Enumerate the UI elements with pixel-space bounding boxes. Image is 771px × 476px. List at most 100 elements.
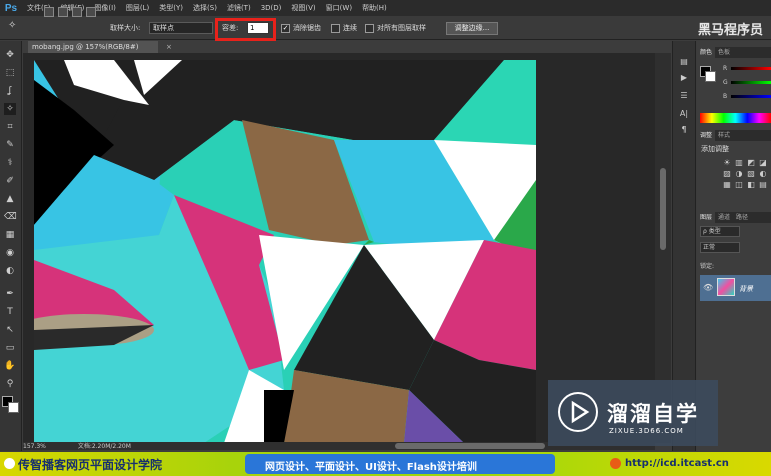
tolerance-highlight (215, 18, 276, 41)
antialias-label: 消除锯齿 (293, 24, 321, 32)
tab-adjustments[interactable]: 调整 (697, 130, 716, 141)
crop-tool-icon[interactable]: ⌗ (4, 121, 16, 133)
refine-edge-button[interactable]: 调整边缘... (446, 22, 498, 35)
canvas-artwork[interactable] (34, 60, 536, 443)
banner-school-name: 传智播客网页平面设计学院 (18, 458, 163, 472)
gradient-tool-icon[interactable]: ▦ (4, 229, 16, 241)
history-icon[interactable]: ▤ (677, 56, 691, 68)
panel-background-swatch[interactable] (705, 71, 716, 82)
watermark-title: 溜溜自学 (607, 402, 699, 426)
contiguous-checkbox[interactable] (331, 24, 340, 33)
healing-tool-icon[interactable]: ⚕ (4, 157, 16, 169)
tab-channels[interactable]: 通道 (715, 212, 733, 223)
marquee-tool-icon[interactable]: ⬚ (4, 67, 16, 79)
school-logo-icon (4, 458, 15, 469)
banner-url: http://icd.itcast.cn (625, 458, 729, 469)
eraser-tool-icon[interactable]: ⌫ (4, 211, 17, 223)
red-channel-label: R (723, 64, 728, 72)
levels-icon[interactable]: ▥ (734, 158, 744, 167)
brush-tool-icon[interactable]: ✐ (4, 175, 16, 187)
posterize-icon[interactable]: ▤ (758, 180, 768, 189)
sample-size-label: 取样大小: (110, 24, 141, 32)
eyedropper-tool-icon[interactable]: ✎ (4, 139, 16, 151)
pen-tool-icon[interactable]: ✒ (4, 288, 16, 300)
tab-swatches[interactable]: 色板 (715, 47, 733, 58)
brightness-icon[interactable]: ☀ (722, 158, 732, 167)
curves-icon[interactable]: ◩ (746, 158, 756, 167)
menu-window[interactable]: 窗口(W) (321, 0, 357, 16)
layer-name[interactable]: 背景 (739, 284, 753, 294)
exposure-icon[interactable]: ◪ (758, 158, 768, 167)
document-size: 文档:2.20M/2.20M (77, 443, 131, 450)
adjustment-icons: ☀ ▥ ◩ ◪ ▨ ◑ ▧ ◐ ▦ ◫ ◧ ▤ (722, 158, 770, 189)
red-slider[interactable] (731, 66, 771, 70)
color-balance-icon[interactable]: ▧ (746, 169, 756, 178)
blend-mode-select[interactable]: 正常 (700, 242, 740, 253)
tab-layers[interactable]: 图层 (697, 212, 716, 223)
actions-icon[interactable]: ▶ (677, 72, 691, 84)
menu-bar: Ps 文件(F) 编辑(E) 图像(I) 图层(L) 类型(Y) 选择(S) 滤… (0, 0, 771, 16)
banner-courses: 网页设计、平面设计、UI设计、Flash设计培训 (265, 462, 477, 473)
watermark-top-text: 黑马程序员 (698, 23, 764, 38)
green-channel-label: G (723, 78, 728, 86)
eye-icon[interactable]: 👁 (703, 283, 713, 292)
shape-tool-icon[interactable]: ▭ (4, 342, 16, 354)
adjustments-title: 添加调整 (701, 145, 729, 153)
hand-tool-icon[interactable]: ✋ (4, 360, 16, 372)
menu-3d[interactable]: 3D(D) (256, 0, 287, 16)
new-selection-icon[interactable] (44, 7, 54, 17)
sample-size-select[interactable]: 取样点 (149, 22, 213, 34)
tab-color[interactable]: 颜色 (697, 47, 716, 58)
menu-layer[interactable]: 图层(L) (121, 0, 154, 16)
blue-channel-label: B (723, 92, 728, 100)
path-selection-tool-icon[interactable]: ↖ (4, 324, 16, 336)
menu-view[interactable]: 视图(V) (286, 0, 320, 16)
magic-wand-preset-icon[interactable]: ✧ (8, 20, 16, 31)
menu-type[interactable]: 类型(Y) (154, 0, 188, 16)
paragraph-icon[interactable]: ¶ (677, 124, 691, 136)
zoom-level[interactable]: 157.3% (23, 443, 46, 450)
zoom-tool-icon[interactable]: ⚲ (4, 378, 16, 390)
link-icon (610, 458, 621, 469)
all-layers-checkbox[interactable] (365, 24, 374, 33)
blur-tool-icon[interactable]: ◉ (4, 247, 16, 259)
document-tab[interactable]: mobang.jpg @ 157%(RGB/8#) (28, 41, 158, 53)
dodge-tool-icon[interactable]: ◐ (4, 265, 16, 277)
type-tool-icon[interactable]: T (4, 306, 16, 318)
green-slider[interactable] (731, 80, 771, 84)
invert-icon[interactable]: ◧ (746, 180, 756, 189)
tab-styles[interactable]: 样式 (715, 130, 733, 141)
menu-help[interactable]: 帮助(H) (357, 0, 392, 16)
close-icon[interactable]: × (166, 41, 172, 53)
vertical-scroll-thumb[interactable] (660, 168, 666, 250)
blue-slider[interactable] (731, 94, 771, 98)
subtract-selection-icon[interactable] (72, 7, 82, 17)
contiguous-label: 连续 (343, 24, 357, 32)
menu-select[interactable]: 选择(S) (188, 0, 222, 16)
black-white-icon[interactable]: ◐ (758, 169, 768, 178)
all-layers-label: 对所有图层取样 (377, 24, 426, 32)
hue-saturation-icon[interactable]: ◑ (734, 169, 744, 178)
status-bar: 157.3% 文档:2.20M/2.20M (23, 442, 443, 451)
intersect-selection-icon[interactable] (86, 7, 96, 17)
play-logo-icon (558, 392, 598, 432)
properties-icon[interactable]: ☰ (677, 90, 691, 102)
magic-wand-tool-icon[interactable]: ✧ (4, 103, 16, 115)
vibrance-icon[interactable]: ▨ (722, 169, 732, 178)
clone-stamp-tool-icon[interactable]: ▲ (4, 193, 16, 205)
color-spectrum[interactable] (700, 113, 771, 123)
character-icon[interactable]: A| (677, 108, 691, 120)
channel-mixer-icon[interactable]: ◫ (734, 180, 744, 189)
layer-filter-select[interactable]: ρ 类型 (700, 226, 740, 237)
tab-paths[interactable]: 路径 (733, 212, 751, 223)
photoshop-logo: Ps (4, 2, 18, 14)
lock-label: 锁定: (700, 263, 715, 270)
background-color-swatch[interactable] (8, 402, 19, 413)
move-tool-icon[interactable]: ✥ (4, 49, 16, 61)
antialias-checkbox[interactable]: ✓ (281, 24, 290, 33)
photo-filter-icon[interactable]: ▦ (722, 180, 732, 189)
lasso-tool-icon[interactable]: ʆ (4, 85, 16, 97)
watermark-url: ZIXUE.3D66.COM (609, 427, 684, 435)
add-selection-icon[interactable] (58, 7, 68, 17)
menu-filter[interactable]: 滤镜(T) (222, 0, 256, 16)
